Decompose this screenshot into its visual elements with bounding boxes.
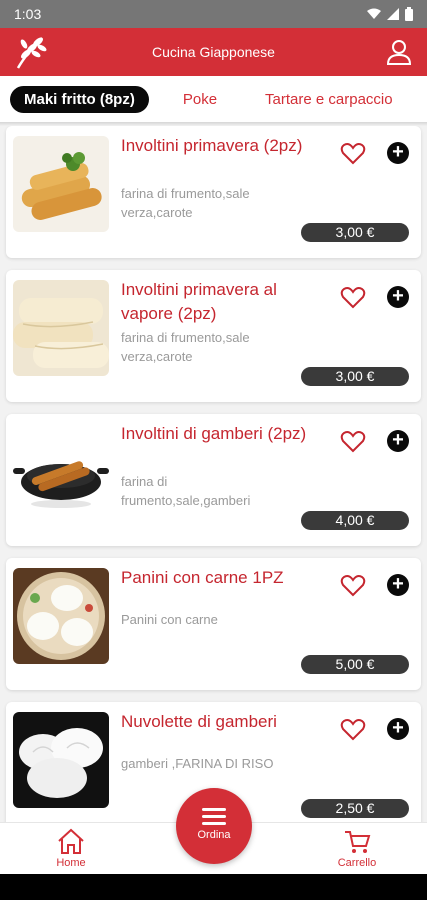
system-navigation-bar (0, 874, 427, 900)
product-name: Involtini primavera (2pz) (121, 136, 303, 155)
status-bar: 1:03 (0, 0, 427, 28)
category-tabs: Maki fritto (8pz) Poke Tartare e carpacc… (0, 76, 427, 122)
add-to-cart-button[interactable]: + (387, 574, 409, 596)
price-badge: 4,00 € (301, 511, 409, 530)
product-description: gamberi ,FARINA DI RISO (121, 756, 274, 771)
product-description: Panini con carne (121, 612, 218, 627)
product-name: Involtini primavera al vapore (2pz) (121, 280, 277, 323)
order-label: Ordina (197, 829, 231, 841)
signal-icon (387, 8, 399, 20)
wheat-logo-icon[interactable] (12, 32, 52, 72)
wifi-icon (367, 8, 381, 19)
page-title: Cucina Giapponese (152, 44, 275, 60)
heart-icon[interactable] (340, 142, 366, 166)
heart-icon[interactable] (340, 574, 366, 598)
battery-icon (405, 7, 413, 21)
product-name: Panini con carne 1PZ (121, 568, 284, 587)
home-icon (58, 828, 84, 854)
order-button[interactable]: Ordina (176, 788, 252, 864)
product-image (13, 568, 109, 664)
add-to-cart-button[interactable]: + (387, 430, 409, 452)
price-badge: 3,00 € (301, 367, 409, 386)
menu-icon (202, 808, 226, 825)
product-image (13, 424, 109, 520)
product-description: farina di frumento,sale verza,carote (121, 330, 250, 364)
product-name: Nuvolette di gamberi (121, 712, 277, 731)
heart-icon[interactable] (340, 718, 366, 742)
product-name: Involtini di gamberi (2pz) (121, 424, 307, 443)
price-badge: 3,00 € (301, 223, 409, 242)
nav-home[interactable]: Home (31, 827, 111, 869)
tab-poke[interactable]: Poke (183, 91, 217, 108)
product-image (13, 136, 109, 232)
product-list[interactable]: Involtini primavera (2pz) farina di frum… (0, 126, 427, 822)
price-badge: 5,00 € (301, 655, 409, 674)
product-description: farina di frumento,sale verza,carote (121, 186, 250, 220)
add-to-cart-button[interactable]: + (387, 142, 409, 164)
product-image (13, 712, 109, 808)
nav-cart-label: Carrello (337, 857, 377, 869)
product-image (13, 280, 109, 376)
list-item[interactable]: Involtini primavera al vapore (2pz) fari… (6, 270, 421, 402)
nav-cart[interactable]: Carrello (317, 827, 397, 869)
product-description: farina di frumento,sale,gamberi (121, 474, 251, 508)
heart-icon[interactable] (340, 286, 366, 310)
status-time: 1:03 (14, 6, 42, 22)
system-icons (367, 7, 413, 21)
list-item[interactable]: Involtini primavera (2pz) farina di frum… (6, 126, 421, 258)
tab-maki-fritto[interactable]: Maki fritto (8pz) (10, 85, 149, 113)
list-item[interactable]: Involtini di gamberi (2pz) farina di fru… (6, 414, 421, 546)
cart-icon (345, 831, 371, 853)
account-icon[interactable] (385, 38, 413, 66)
add-to-cart-button[interactable]: + (387, 718, 409, 740)
add-to-cart-button[interactable]: + (387, 286, 409, 308)
tab-tartare[interactable]: Tartare e carpaccio (265, 91, 393, 108)
app-header: Cucina Giapponese (0, 28, 427, 76)
nav-home-label: Home (56, 857, 86, 869)
heart-icon[interactable] (340, 430, 366, 454)
list-item[interactable]: Panini con carne 1PZ Panini con carne + … (6, 558, 421, 690)
price-badge: 2,50 € (301, 799, 409, 818)
